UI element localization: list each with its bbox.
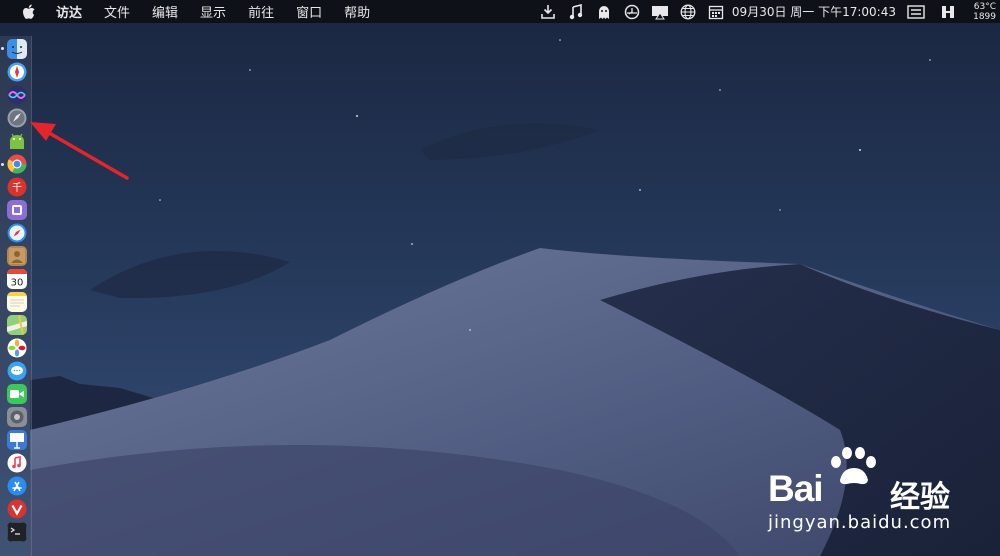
- annotation-arrow: [30, 122, 129, 180]
